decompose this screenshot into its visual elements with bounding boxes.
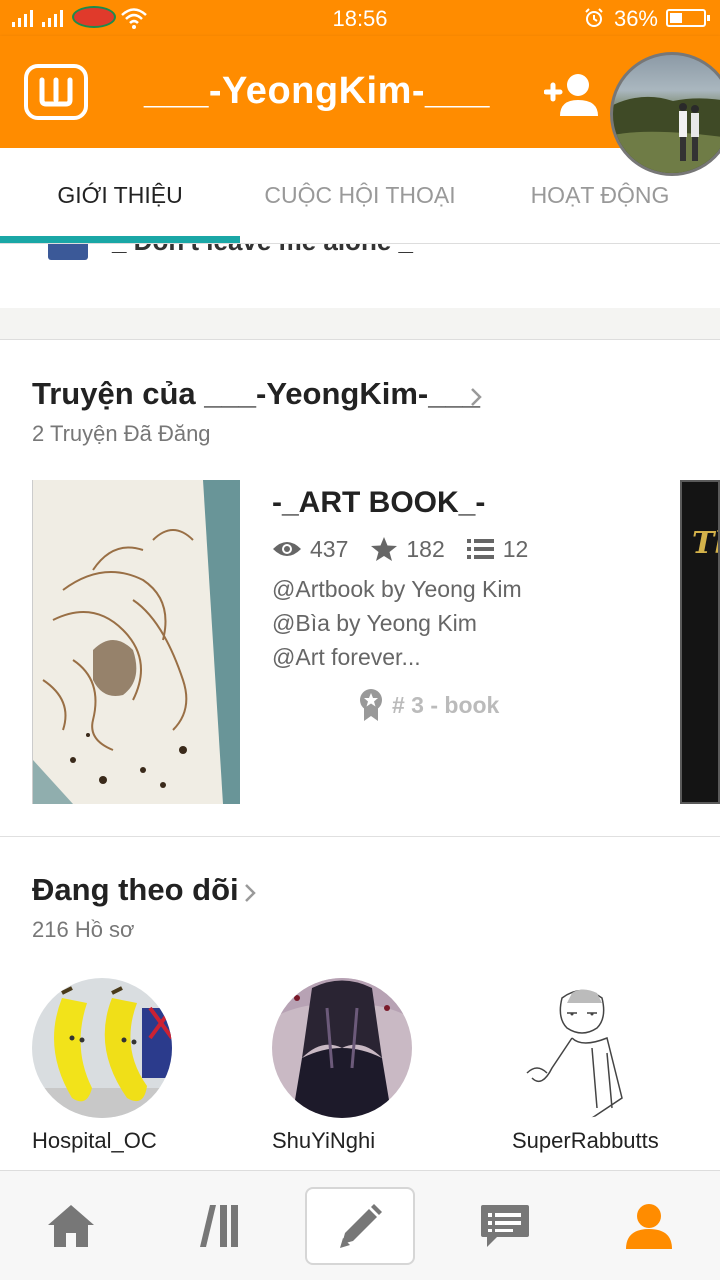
- star-icon: [371, 537, 398, 561]
- divider: [0, 836, 720, 837]
- library-icon: [200, 1205, 238, 1247]
- story-parts: 12: [466, 535, 529, 563]
- next-story-cover-text: Th: [692, 526, 718, 561]
- section-separator: [0, 308, 720, 340]
- wattpad-w-icon: [39, 77, 73, 107]
- story-description-line: @Artbook by Yeong Kim: [272, 576, 522, 602]
- list-icon: [466, 539, 494, 559]
- views-count: 437: [310, 535, 349, 562]
- story-description-line: @Art forever...: [272, 644, 421, 670]
- profile-tabs: GIỚI THIỆU CUỘC HỘI THOẠI HOẠT ĐỘNG: [0, 148, 720, 244]
- tab-conversations[interactable]: CUỘC HỘI THOẠI: [240, 182, 480, 209]
- story-title[interactable]: -_ART BOOK_-: [272, 486, 485, 520]
- story-cover-art: [33, 480, 240, 804]
- story-cover[interactable]: [32, 480, 240, 804]
- following-name[interactable]: ShuYiNghi: [272, 1128, 375, 1154]
- nav-home-button[interactable]: [16, 1187, 126, 1265]
- anime-character-image: [272, 978, 412, 1118]
- rank-text: # 3 - book: [392, 691, 500, 718]
- stories-count: 2 Truyện Đã Đăng: [32, 421, 211, 446]
- bottom-navigation: [0, 1170, 720, 1280]
- nav-messages-button[interactable]: [450, 1187, 560, 1265]
- tab-activity[interactable]: HOẠT ĐỘNG: [480, 182, 720, 209]
- next-story-cover[interactable]: Th: [680, 480, 720, 804]
- status-time: 18:56: [332, 6, 388, 31]
- profile-name: ___-YeongKim-___: [144, 70, 490, 112]
- nav-profile-button[interactable]: [594, 1187, 704, 1265]
- avatar-photo: [613, 96, 720, 173]
- eye-icon: [273, 542, 301, 556]
- battery-icon: [666, 9, 710, 27]
- following-count: 216 Hồ sơ: [32, 917, 135, 942]
- story-votes: 182: [370, 535, 445, 563]
- story-stats: 437 182 12: [272, 534, 550, 564]
- battery-fill: [670, 13, 682, 23]
- following-section-title[interactable]: Đang theo dõi: [32, 872, 239, 908]
- banana-plush-image: [32, 978, 172, 1118]
- status-bar: 18:56 36%: [0, 0, 720, 36]
- following-avatar[interactable]: [32, 978, 172, 1118]
- nav-write-button[interactable]: [305, 1187, 415, 1265]
- chevron-right-icon[interactable]: [469, 386, 483, 408]
- profile-icon: [626, 1204, 672, 1249]
- stories-section-title[interactable]: Truyện của ___-YeongKim-___: [32, 376, 480, 412]
- alarm-icon: [585, 8, 603, 27]
- tab-indicator: [0, 236, 240, 243]
- chevron-right-icon[interactable]: [243, 882, 257, 904]
- following-avatar[interactable]: [272, 978, 412, 1118]
- following-avatar[interactable]: [512, 978, 652, 1118]
- battery-percent: 36%: [613, 6, 658, 31]
- tab-about[interactable]: GIỚI THIỆU: [0, 182, 240, 209]
- award-ribbon-icon: [360, 689, 382, 721]
- pencil-icon: [340, 1204, 382, 1248]
- wattpad-logo[interactable]: [24, 64, 88, 120]
- messages-icon: [481, 1205, 529, 1247]
- home-icon: [48, 1205, 94, 1247]
- story-description-line: @Bìa by Yeong Kim: [272, 610, 477, 636]
- story-views: 437: [272, 536, 348, 563]
- follow-user-icon[interactable]: [544, 72, 602, 116]
- nav-library-button[interactable]: [160, 1187, 270, 1265]
- following-name[interactable]: Hospital_OC: [32, 1128, 157, 1154]
- following-name[interactable]: SuperRabbutts: [512, 1128, 659, 1154]
- parts-count: 12: [502, 535, 529, 562]
- sketch-character-image: [512, 978, 652, 1118]
- story-rank-badge: # 3 - book: [358, 688, 499, 722]
- votes-count: 182: [406, 535, 445, 562]
